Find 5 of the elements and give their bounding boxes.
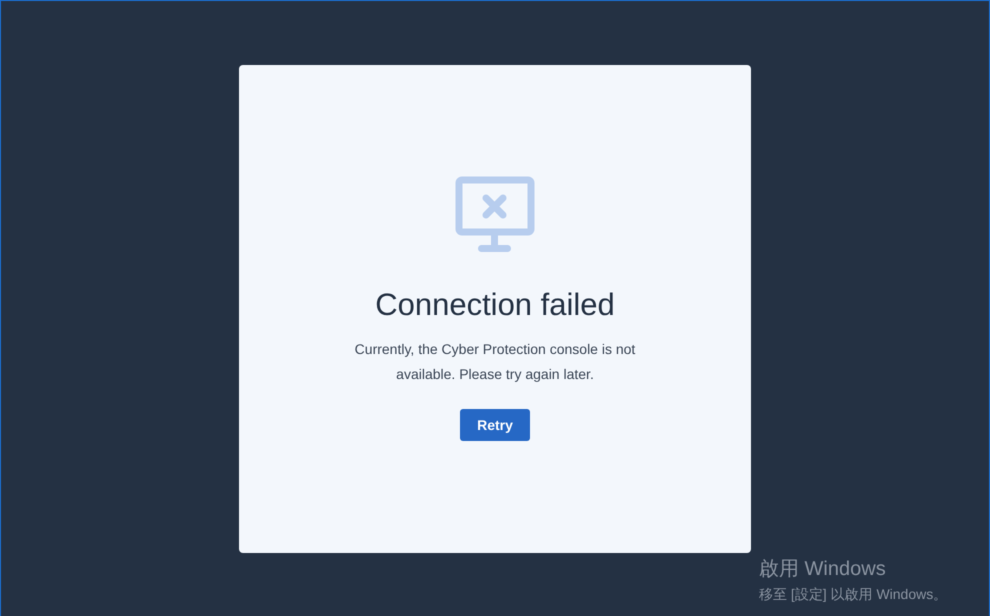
- dialog-message: Currently, the Cyber Protection console is not available. Please try again later.: [354, 340, 636, 384]
- retry-button[interactable]: Retry: [460, 409, 530, 441]
- activation-message: 移至 [設定] 以啟用 Windows。: [759, 586, 948, 604]
- dialog-title: Connection failed: [375, 287, 615, 323]
- activation-title: 啟用 Windows: [759, 557, 887, 582]
